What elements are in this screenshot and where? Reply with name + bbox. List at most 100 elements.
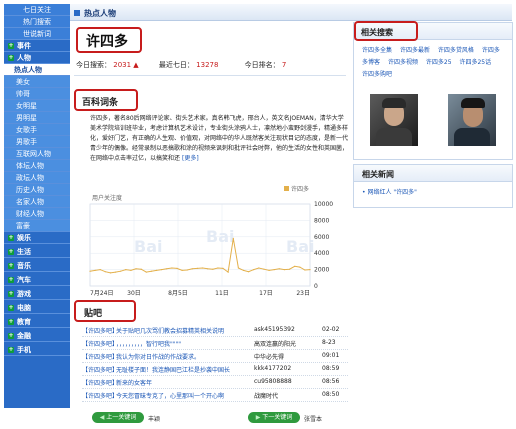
- related-search-link[interactable]: 多博客: [362, 59, 380, 66]
- data-point: [253, 269, 255, 271]
- tieba-row-subject[interactable]: 今天您冒昧专克了，心里那叫一个开心啊: [116, 391, 250, 400]
- data-point: [150, 270, 152, 272]
- sidebar-item-10[interactable]: 女歌手: [4, 124, 70, 136]
- expand-plus-icon: +: [8, 54, 14, 61]
- baike-more-link[interactable]: [更多]: [182, 155, 199, 162]
- sidebar-item-6[interactable]: 美女: [4, 76, 70, 88]
- sidebar-item-0[interactable]: 七日关注: [4, 4, 70, 16]
- sidebar-item-27[interactable]: + 手机: [4, 344, 70, 356]
- tieba-row[interactable]: 【许四多吧】 我认为你对日作战的作战要求。 中华必先得 09:01: [82, 350, 348, 363]
- sidebar-item-20[interactable]: + 生活: [4, 246, 70, 258]
- tieba-row[interactable]: 【许四多吧】 ，，，，，，，，，智行吧我"""" 高双连赢的阳光 8-23: [82, 337, 348, 350]
- sidebar-item-19[interactable]: + 娱乐: [4, 232, 70, 244]
- expand-plus-icon: +: [8, 234, 14, 241]
- tieba-row-subject[interactable]: 新来的女客年: [116, 378, 250, 387]
- legend-label: 许四多: [291, 185, 309, 193]
- prev-keyword-button[interactable]: ◀ 上一关键词: [92, 412, 144, 423]
- sidebar-item-label: 人物: [17, 54, 31, 62]
- tieba-row-date: 08:56: [322, 378, 340, 385]
- person-photo-1[interactable]: [370, 94, 418, 146]
- data-point: [99, 269, 101, 271]
- baike-title-box: 百科词条: [74, 89, 138, 111]
- sidebar-item-21[interactable]: + 音乐: [4, 260, 70, 272]
- sidebar-item-1[interactable]: 热门搜索: [4, 16, 70, 28]
- data-point: [161, 269, 163, 271]
- sidebar-item-13[interactable]: 体坛人物: [4, 160, 70, 172]
- tieba-row-subject[interactable]: ，，，，，，，，，智行吧我"""": [116, 339, 250, 348]
- sidebar-item-8[interactable]: 女明星: [4, 100, 70, 112]
- data-point: [89, 270, 91, 272]
- sidebar-item-label: 男歌手: [16, 138, 37, 146]
- sidebar-item-label: 手机: [17, 346, 31, 354]
- tieba-row[interactable]: 【许四多吧】 新来的女客年 cu95808888 08:56: [82, 376, 348, 389]
- sidebar-item-5[interactable]: 热点人物: [4, 64, 70, 76]
- tieba-row-tag[interactable]: 【许四多吧】: [82, 326, 116, 335]
- related-search-link[interactable]: 许四多视频: [388, 59, 418, 66]
- related-search-link[interactable]: 许四多25: [426, 59, 452, 66]
- related-search-link[interactable]: 许四多购吧: [362, 71, 392, 78]
- related-search-link[interactable]: 许四多全集: [362, 47, 392, 54]
- section-header: 热点人物: [70, 4, 512, 21]
- baike-text-block: 许四多，著名80后网络评论家、街头艺术家。真名韩飞虎，邢台人，英文名JOEMAN…: [90, 114, 348, 176]
- sidebar-item-22[interactable]: + 汽车: [4, 274, 70, 286]
- sidebar-item-7[interactable]: 帅哥: [4, 88, 70, 100]
- sidebar-item-11[interactable]: 男歌手: [4, 136, 70, 148]
- sidebar-item-24[interactable]: + 电脑: [4, 302, 70, 314]
- tieba-row[interactable]: 【许四多吧】 无耻楼子面！我连静国巴江栏是抄袭中国长 kkk4177202 08:59: [82, 363, 348, 376]
- sidebar-item-17[interactable]: 财经人物: [4, 208, 70, 220]
- sidebar-item-2[interactable]: 世说新词: [4, 28, 70, 40]
- data-point: [283, 269, 285, 271]
- data-point: [135, 268, 137, 270]
- tieba-row-tag[interactable]: 【许四多吧】: [82, 391, 116, 400]
- sidebar-item-label: 生活: [17, 248, 31, 256]
- next-keyword-name[interactable]: 张雪本: [304, 414, 322, 423]
- data-point: [202, 267, 204, 269]
- sidebar-item-16[interactable]: 名家人物: [4, 196, 70, 208]
- sidebar-item-12[interactable]: 互联网人物: [4, 148, 70, 160]
- tieba-row-subject[interactable]: 我认为你对日作战的作战要求。: [116, 352, 250, 361]
- sidebar-item-25[interactable]: + 教育: [4, 316, 70, 328]
- related-news-link[interactable]: 网络红人 "许四多": [367, 189, 416, 196]
- sidebar-item-label: 美女: [16, 78, 30, 86]
- tieba-row-subject[interactable]: 关于贴吧几次骂们教会招募精英相关说明: [116, 326, 250, 335]
- tieba-row-subject[interactable]: 无耻楼子面！我连静国巴江栏是抄袭中国长: [116, 365, 250, 374]
- related-search-link[interactable]: 许四多最新: [400, 47, 430, 54]
- data-point: [176, 267, 178, 269]
- related-search-link[interactable]: 许四多贷风格: [438, 47, 474, 54]
- expand-plus-icon: +: [8, 332, 14, 339]
- next-keyword-button[interactable]: ▶ 下一关键词: [248, 412, 300, 423]
- today-rank-value: 7: [281, 61, 287, 69]
- related-search-link[interactable]: 许四多25话: [459, 59, 491, 66]
- y-tick-label: 8000: [314, 217, 329, 224]
- data-point: [299, 266, 301, 268]
- tieba-row-tag[interactable]: 【许四多吧】: [82, 352, 116, 361]
- data-point: [232, 237, 234, 239]
- related-news-item[interactable]: • 网络红人 "许四多": [362, 187, 417, 196]
- sidebar-item-26[interactable]: + 金融: [4, 330, 70, 342]
- section-title: 热点人物: [84, 9, 116, 18]
- sidebar-item-18[interactable]: 富豪: [4, 220, 70, 232]
- sidebar-item-3[interactable]: + 事件: [4, 40, 70, 52]
- sidebar-item-14[interactable]: 政坛人物: [4, 172, 70, 184]
- sidebar-item-label: 名家人物: [16, 198, 44, 206]
- person-photo-2[interactable]: [448, 94, 496, 146]
- sidebar-item-9[interactable]: 男明星: [4, 112, 70, 124]
- tieba-row-author: kkk4177202: [254, 365, 292, 372]
- sidebar-item-4[interactable]: + 人物: [4, 52, 70, 64]
- tieba-row-tag[interactable]: 【许四多吧】: [82, 378, 116, 387]
- x-tick-label: 30日: [127, 290, 141, 297]
- data-point: [212, 268, 214, 270]
- today-search-label: 今日搜索：: [76, 61, 111, 69]
- tieba-row-tag[interactable]: 【许四多吧】: [82, 339, 116, 348]
- tieba-row[interactable]: 【许四多吧】 今天您冒昧专克了，心里那叫一个开心啊 战魔时代 08:50: [82, 389, 348, 402]
- photo-2-body: [454, 128, 490, 146]
- data-point: [217, 267, 219, 269]
- tieba-row[interactable]: 【许四多吧】 关于贴吧几次骂们教会招募精英相关说明 ask45195392 02-02: [82, 324, 348, 337]
- keyword-nav: ◀ 上一关键词 丰颖 ▶ 下一关键词 张雪本: [88, 410, 348, 426]
- tieba-row-author: 战魔时代: [254, 393, 279, 400]
- sidebar-item-15[interactable]: 历史人物: [4, 184, 70, 196]
- related-search-link[interactable]: 许四多: [482, 47, 500, 54]
- sidebar-item-23[interactable]: + 游戏: [4, 288, 70, 300]
- prev-keyword-name[interactable]: 丰颖: [148, 414, 160, 423]
- tieba-row-tag[interactable]: 【许四多吧】: [82, 365, 116, 374]
